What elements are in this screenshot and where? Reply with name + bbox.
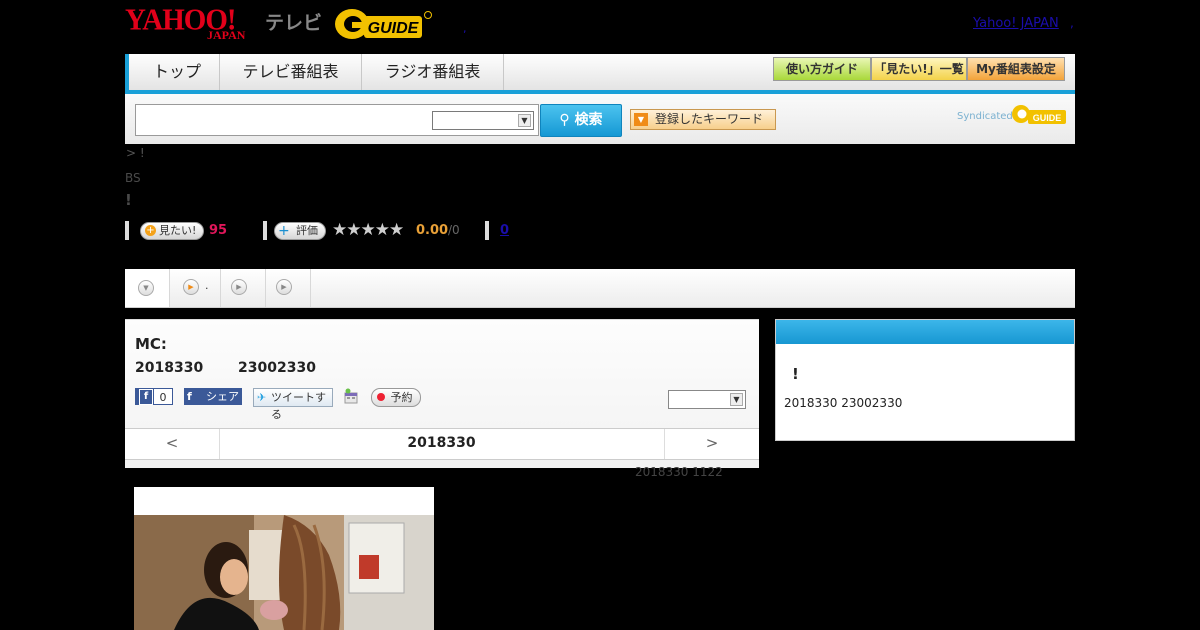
- rate-button[interactable]: + 評価: [274, 222, 326, 240]
- tab-4[interactable]: ▶: [266, 269, 311, 307]
- syndicated-gguide-text: GUIDE: [1033, 113, 1062, 123]
- nav-tab-radio-listings[interactable]: ラジオ番組表: [362, 54, 504, 90]
- plus-icon: +: [278, 223, 290, 239]
- program-detail-panel: MC: 2018330 23002330 f 0 f シェア ✈ ツイートする …: [125, 319, 759, 468]
- nav-left-accent: [125, 54, 129, 90]
- facebook-share-label: シェア: [206, 390, 239, 403]
- program-image[interactable]: [134, 515, 434, 630]
- tab-2[interactable]: ▶ .: [170, 269, 221, 307]
- recorder-select[interactable]: ▼: [668, 390, 746, 409]
- search-category-select[interactable]: ▼: [432, 111, 534, 130]
- mitai-button[interactable]: + 見たい!: [140, 222, 204, 240]
- facebook-share-button[interactable]: f シェア: [184, 388, 242, 405]
- nav-tab-top[interactable]: トップ: [135, 54, 220, 90]
- facebook-icon: f: [139, 389, 153, 405]
- side-panel-datetime: 2018330 23002330: [784, 396, 903, 410]
- header-separator: ,: [463, 22, 467, 35]
- rate-label: 評価: [296, 224, 318, 237]
- tweet-button[interactable]: ✈ ツイートする: [253, 388, 333, 421]
- rating-stars: ★★★★★: [332, 220, 404, 240]
- tab-detail[interactable]: ▼: [125, 269, 170, 307]
- search-icon: ⚲: [559, 112, 570, 128]
- rating-count: /0: [448, 223, 460, 237]
- divider: [485, 221, 489, 240]
- reserve-label: 予約: [390, 391, 413, 404]
- plus-icon: +: [145, 225, 156, 236]
- calendar-add-icon[interactable]: [343, 388, 359, 404]
- broadcast-time: 23002330: [238, 360, 316, 376]
- channel-label: BS: [125, 171, 141, 185]
- program-image-frame: [134, 487, 434, 630]
- tab-3[interactable]: ▶: [221, 269, 266, 307]
- yahoo-logo[interactable]: YAHOO! JAPAN: [125, 5, 261, 42]
- guide-button[interactable]: 使い方ガイド: [773, 57, 871, 81]
- play-icon: ▶: [276, 279, 292, 295]
- rating-value: 0.00: [416, 223, 449, 238]
- tv-label[interactable]: テレビ: [265, 8, 322, 35]
- search-bar: ▼ ⚲ 検索 ▼ 登録したキーワード Syndicated GUIDE: [125, 94, 1075, 144]
- yahoo-japan-text: JAPAN: [207, 28, 246, 42]
- mitai-list-button[interactable]: 「見たい!」一覧: [871, 57, 967, 81]
- svg-text:GUIDE: GUIDE: [368, 20, 420, 37]
- next-day-button[interactable]: >: [664, 429, 759, 459]
- reserve-button[interactable]: 予約: [371, 388, 421, 407]
- tab-2-label: .: [205, 279, 209, 292]
- previous-day-button[interactable]: <: [125, 429, 220, 459]
- saved-keywords-label: 登録したキーワード: [655, 112, 764, 126]
- nav-tab-tv-listings[interactable]: テレビ番組表: [220, 54, 362, 90]
- tweet-label: ツイートする: [271, 391, 326, 421]
- facebook-like-button[interactable]: f 0: [135, 388, 173, 405]
- saved-keywords-button[interactable]: ▼ 登録したキーワード: [630, 109, 776, 130]
- facebook-icon: f: [187, 390, 192, 403]
- side-panel-header: [776, 320, 1074, 344]
- record-icon: [377, 393, 385, 401]
- syndicated-label: Syndicated: [957, 111, 1013, 122]
- updated-timestamp: 2018330 1122: [635, 465, 723, 479]
- dropdown-arrow-icon: ▼: [634, 113, 648, 126]
- program-title: !: [125, 191, 132, 209]
- main-nav: トップ テレビ番組表 ラジオ番組表 使い方ガイド 「見たい!」一覧 My番組表設…: [125, 54, 1075, 94]
- mitai-label: 見たい!: [159, 224, 197, 237]
- mitai-count: 95: [209, 223, 228, 238]
- review-count-link[interactable]: 0: [500, 223, 509, 238]
- play-icon: ▶: [231, 279, 247, 295]
- yahoo-japan-link[interactable]: Yahoo! JAPAN: [973, 16, 1059, 31]
- mc-label: MC:: [135, 335, 167, 353]
- twitter-bird-icon: ✈: [257, 391, 267, 404]
- breadcrumb: > !: [126, 146, 145, 160]
- facebook-like-count: 0: [153, 388, 173, 405]
- play-icon: ▶: [183, 279, 199, 295]
- chevron-down-icon: ▼: [138, 280, 154, 296]
- side-panel-title: !: [792, 365, 799, 383]
- my-schedule-settings-button[interactable]: My番組表設定: [967, 57, 1065, 81]
- chevron-down-icon: ▼: [730, 393, 743, 406]
- chevron-down-icon: ▼: [518, 114, 531, 127]
- header-separator-2: ,: [1070, 16, 1074, 30]
- pager-date: 2018330: [407, 435, 476, 451]
- divider: [125, 221, 129, 240]
- side-panel: ! 2018330 23002330: [775, 319, 1075, 441]
- search-button[interactable]: ⚲ 検索: [540, 104, 622, 137]
- gguide-logo[interactable]: GUIDE: [334, 6, 434, 42]
- content-tabs: ▼ ▶ . ▶ ▶: [125, 269, 1075, 308]
- date-pager: < 2018330 >: [125, 428, 759, 460]
- divider: [263, 221, 267, 240]
- broadcast-date: 2018330: [135, 360, 204, 376]
- syndicated-gguide-logo: GUIDE: [1012, 105, 1066, 124]
- search-button-label: 検索: [574, 112, 603, 128]
